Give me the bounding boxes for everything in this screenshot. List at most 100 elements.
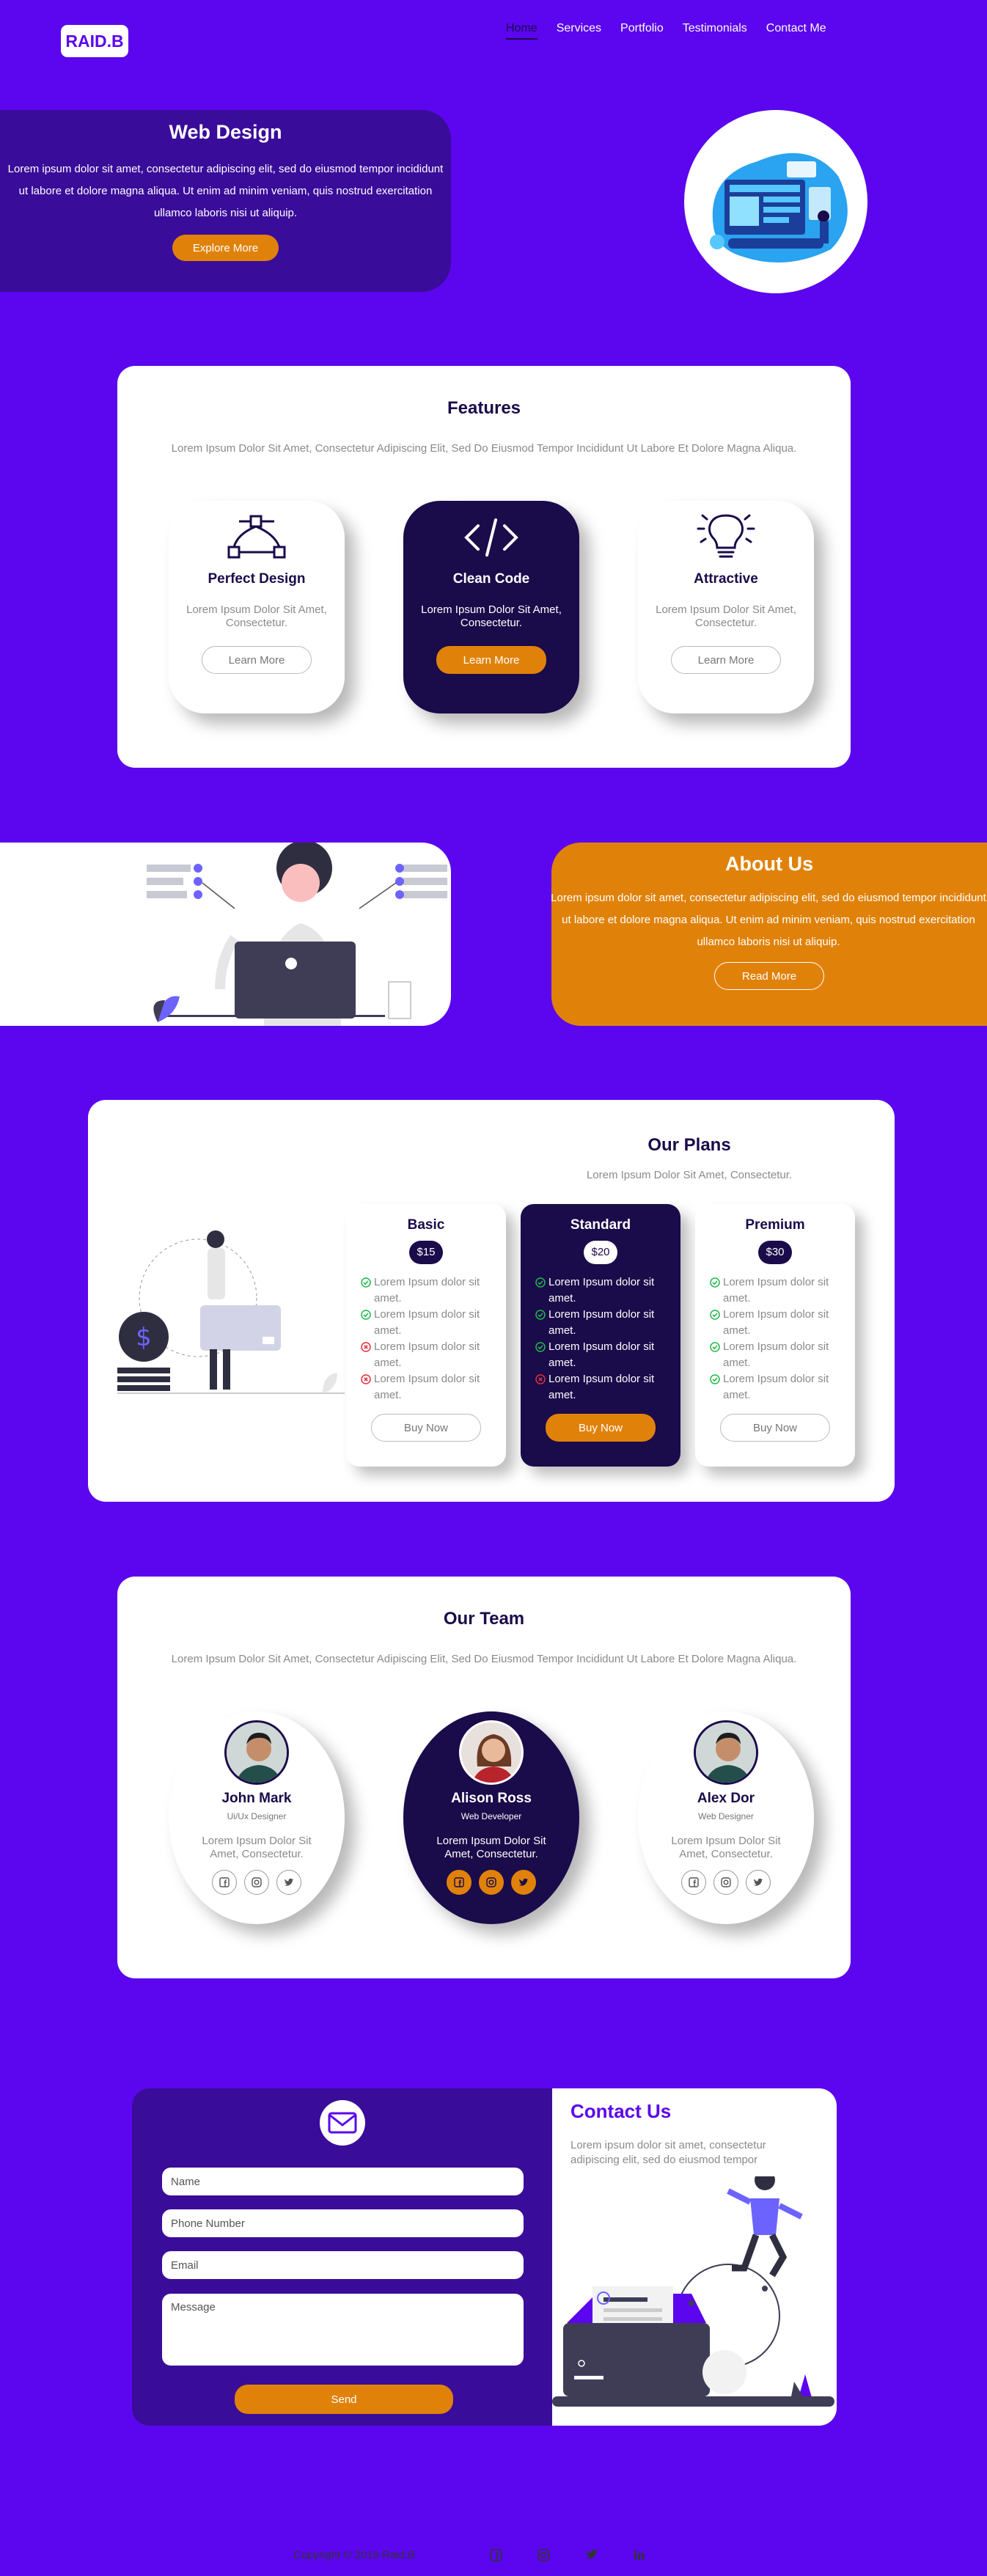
- linkedin-icon[interactable]: [634, 2549, 645, 2565]
- twitter-icon[interactable]: [276, 1870, 301, 1895]
- hero-illustration: [684, 110, 867, 293]
- check-icon: [710, 1307, 723, 1339]
- facebook-icon[interactable]: [681, 1870, 706, 1895]
- cross-icon: [361, 1339, 374, 1371]
- twitter-icon[interactable]: [585, 2549, 598, 2565]
- about-title: About Us: [725, 853, 813, 875]
- check-icon: [361, 1307, 374, 1339]
- feature-card: Attractive Lorem Ipsum Dolor Sit Amet, C…: [638, 501, 814, 713]
- phone-field[interactable]: Phone Number: [162, 2209, 524, 2237]
- plan-features: Lorem Ipsum dolor sit amet. Lorem Ipsum d…: [695, 1264, 855, 1403]
- cross-icon: [535, 1371, 548, 1403]
- avatar: [224, 1720, 289, 1785]
- envelope-icon: [320, 2100, 365, 2146]
- hero-title: Web Design: [169, 121, 282, 143]
- nav-portfolio[interactable]: Portfolio: [620, 22, 664, 40]
- nav-services[interactable]: Services: [557, 22, 601, 40]
- check-icon: [535, 1307, 548, 1339]
- about-illustration: [0, 843, 451, 1026]
- plan-feature-text: Lorem Ipsum dolor sit amet.: [723, 1373, 829, 1401]
- plan-feature-item: Lorem Ipsum dolor sit amet.: [361, 1371, 493, 1403]
- team-title: Our Team: [443, 1609, 525, 1629]
- instagram-icon[interactable]: [713, 1870, 738, 1895]
- plan-feature-item: Lorem Ipsum dolor sit amet.: [361, 1307, 493, 1339]
- plan-name: Basic: [407, 1217, 445, 1233]
- footer-social-links: [490, 2549, 645, 2565]
- hero-card: Web Design Lorem ipsum dolor sit amet, c…: [0, 110, 451, 292]
- facebook-icon[interactable]: [490, 2549, 502, 2565]
- feature-title: Perfect Design: [208, 571, 306, 587]
- plans-subtitle: Lorem Ipsum Dolor Sit Amet, Consectetur.: [586, 1169, 793, 1181]
- plan-feature-text: Lorem Ipsum dolor sit amet.: [548, 1308, 655, 1337]
- buy-now-button[interactable]: Buy Now: [720, 1414, 830, 1442]
- plans-section: Our Plans Lorem Ipsum Dolor Sit Amet, Co…: [88, 1100, 895, 1502]
- check-icon: [361, 1274, 374, 1307]
- social-links: [638, 1870, 814, 1895]
- team-member: Alex Dor Web Designer Lorem Ipsum Dolor …: [638, 1711, 814, 1924]
- email-field[interactable]: Email: [162, 2251, 524, 2279]
- plan-feature-text: Lorem Ipsum dolor sit amet.: [374, 1340, 480, 1369]
- buy-now-button[interactable]: Buy Now: [371, 1414, 481, 1442]
- contact-info: Contact Us Lorem ipsum dolor sit amet, c…: [552, 2088, 837, 2426]
- nav-contact[interactable]: Contact Me: [766, 22, 826, 40]
- instagram-icon[interactable]: [537, 2549, 550, 2565]
- feature-text: Lorem Ipsum Dolor Sit Amet, Consectetur.: [656, 603, 796, 629]
- feature-text: Lorem Ipsum Dolor Sit Amet, Consectetur.: [421, 603, 562, 629]
- learn-more-button[interactable]: Learn More: [671, 646, 781, 674]
- member-text: Lorem Ipsum Dolor Sit Amet, Consectetur.: [671, 1835, 781, 1860]
- plan-price: $30: [758, 1241, 792, 1264]
- check-icon: [535, 1339, 548, 1371]
- logo[interactable]: RAID.B: [61, 25, 128, 57]
- features-section: Features Lorem Ipsum Dolor Sit Amet, Con…: [117, 366, 851, 768]
- plan-feature-text: Lorem Ipsum dolor sit amet.: [548, 1276, 655, 1304]
- facebook-icon[interactable]: [212, 1870, 237, 1895]
- plan-feature-item: Lorem Ipsum dolor sit amet.: [361, 1339, 493, 1371]
- explore-more-button[interactable]: Explore More: [172, 235, 279, 261]
- twitter-icon[interactable]: [746, 1870, 771, 1895]
- contact-text: Lorem ipsum dolor sit amet, consectetur …: [570, 2139, 766, 2166]
- feature-title: Clean Code: [452, 571, 530, 587]
- nav-testimonials[interactable]: Testimonials: [683, 22, 747, 40]
- name-field[interactable]: Name: [162, 2168, 524, 2195]
- plans-title: Our Plans: [647, 1135, 731, 1155]
- instagram-icon[interactable]: [244, 1870, 269, 1895]
- plans-illustration: $: [103, 1217, 345, 1412]
- twitter-icon[interactable]: [511, 1870, 536, 1895]
- learn-more-button[interactable]: Learn More: [436, 646, 546, 674]
- plan-feature-item: Lorem Ipsum dolor sit amet.: [710, 1371, 842, 1403]
- member-role: Web Developer: [461, 1811, 522, 1821]
- message-field[interactable]: Message: [162, 2294, 524, 2366]
- feature-card: Clean Code Lorem Ipsum Dolor Sit Amet, C…: [403, 501, 579, 713]
- check-icon: [535, 1274, 548, 1307]
- learn-more-button[interactable]: Learn More: [202, 646, 312, 674]
- buy-now-button[interactable]: Buy Now: [546, 1414, 656, 1442]
- member-role: Web Designer: [698, 1811, 754, 1821]
- member-name: John Mark: [221, 1791, 292, 1806]
- features-subtitle: Lorem Ipsum Dolor Sit Amet, Consectetur …: [171, 442, 797, 455]
- read-more-button[interactable]: Read More: [714, 962, 824, 990]
- lightbulb-icon: [638, 508, 814, 567]
- member-text: Lorem Ipsum Dolor Sit Amet, Consectetur.: [436, 1835, 546, 1860]
- plan-feature-text: Lorem Ipsum dolor sit amet.: [374, 1308, 480, 1337]
- plan-features: Lorem Ipsum dolor sit amet. Lorem Ipsum d…: [521, 1264, 680, 1403]
- social-links: [169, 1870, 345, 1895]
- send-button[interactable]: Send: [235, 2385, 453, 2414]
- plan-card: Standard $20 Lorem Ipsum dolor sit amet.…: [521, 1204, 680, 1467]
- avatar: [459, 1720, 524, 1785]
- instagram-icon[interactable]: [479, 1870, 504, 1895]
- plan-features: Lorem Ipsum dolor sit amet. Lorem Ipsum d…: [346, 1264, 506, 1403]
- contact-title: Contact Us: [570, 2100, 672, 2122]
- plan-price: $20: [584, 1241, 617, 1264]
- team-subtitle: Lorem Ipsum Dolor Sit Amet, Consectetur …: [171, 1653, 797, 1665]
- plan-feature-item: Lorem Ipsum dolor sit amet.: [361, 1274, 493, 1307]
- member-name: Alex Dor: [697, 1791, 755, 1806]
- team-section: Our Team Lorem Ipsum Dolor Sit Amet, Con…: [117, 1577, 851, 1978]
- plan-card: Premium $30 Lorem Ipsum dolor sit amet. L…: [695, 1204, 855, 1467]
- plan-feature-item: Lorem Ipsum dolor sit amet.: [710, 1274, 842, 1307]
- facebook-icon[interactable]: [447, 1870, 472, 1895]
- feature-title: Attractive: [694, 571, 758, 587]
- plan-feature-text: Lorem Ipsum dolor sit amet.: [723, 1340, 829, 1369]
- contact-form: Name Phone Number Email Message Send: [132, 2088, 552, 2426]
- nav-home[interactable]: Home: [506, 22, 537, 40]
- main-nav: Home Services Portfolio Testimonials Con…: [506, 22, 826, 40]
